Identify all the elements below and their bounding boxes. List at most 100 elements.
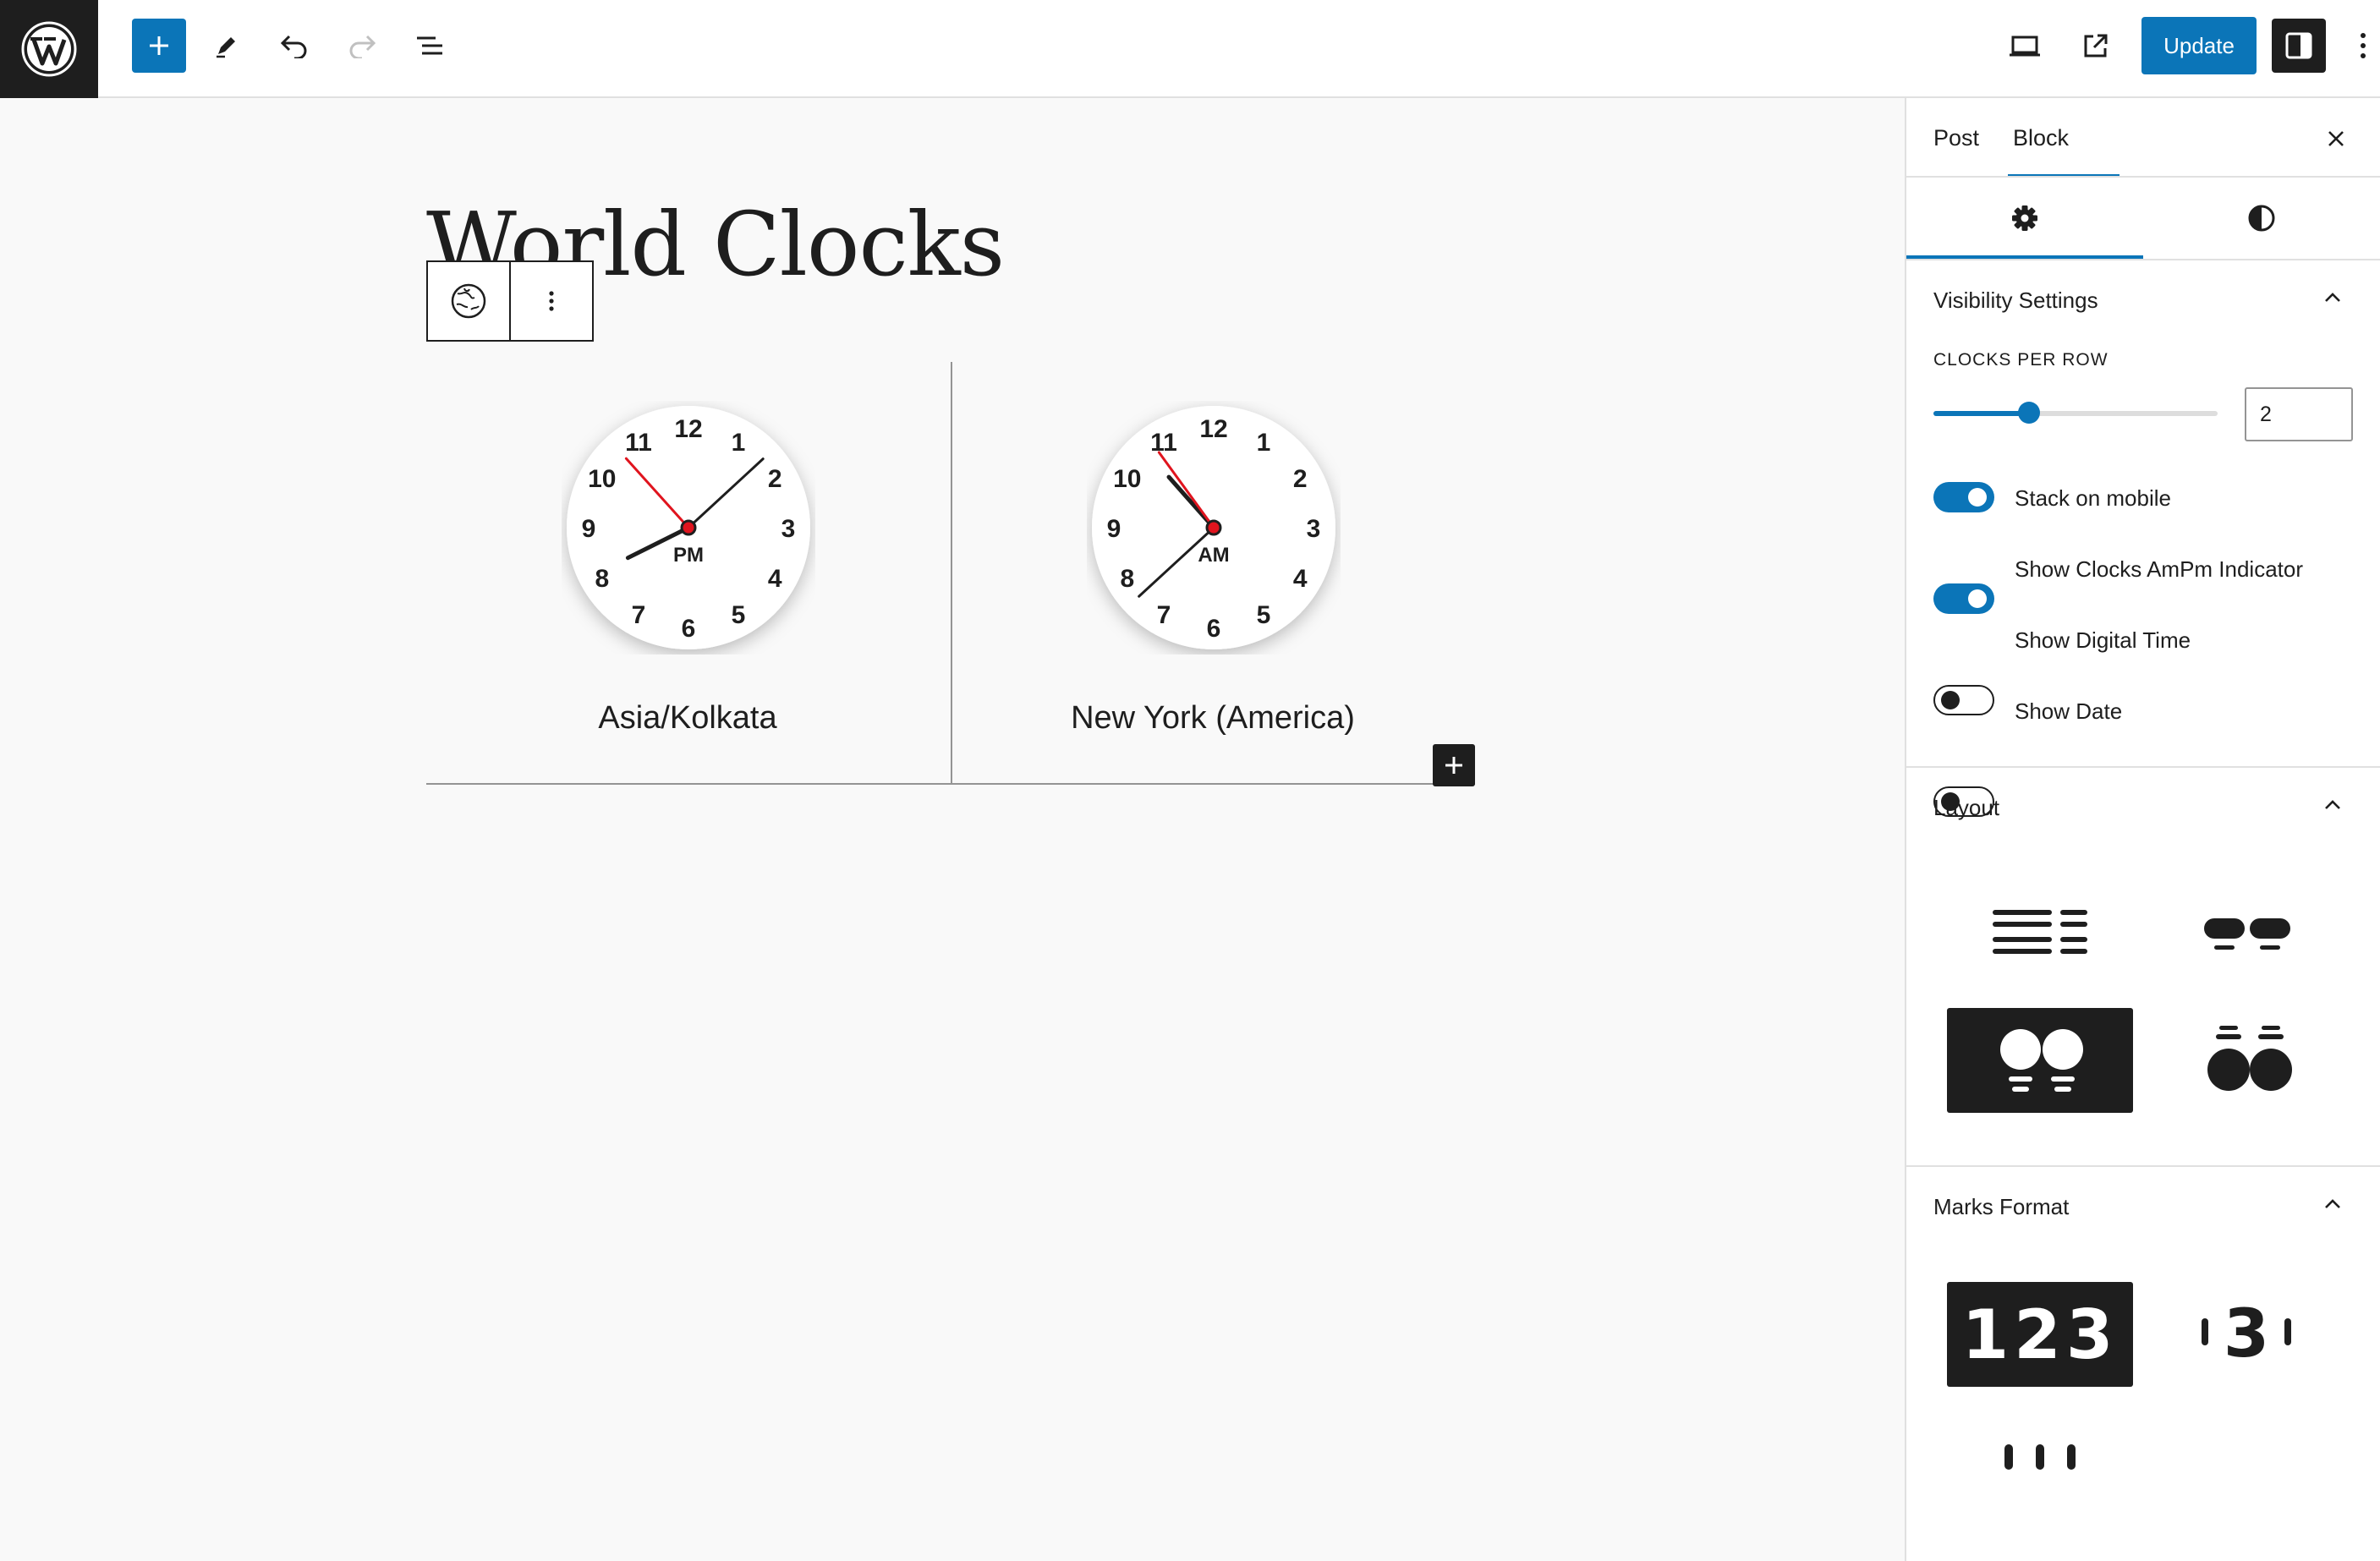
ampm-indicator-toggle[interactable] <box>1933 583 1994 614</box>
clock-face: 12 12 3 45 6 78 9 10 11 PM <box>567 406 810 649</box>
clock-number: 6 <box>682 615 696 643</box>
pills-layout-icon <box>2204 918 2290 950</box>
clock-number: 3 <box>1307 515 1321 543</box>
preview-button[interactable] <box>1998 19 2052 73</box>
marks-option-ticks[interactable] <box>1947 1405 2133 1510</box>
layout-option-pills[interactable] <box>2153 883 2339 988</box>
clock-number: 9 <box>1107 515 1121 543</box>
clock-number: 7 <box>1157 601 1171 629</box>
panel-title-visibility[interactable]: Visibility Settings <box>1933 288 2098 314</box>
list-layout-icon <box>1993 910 2087 954</box>
clock-column-divider <box>951 362 952 785</box>
slider-handle[interactable] <box>2018 402 2040 424</box>
chevron-up-icon <box>2325 1199 2340 1208</box>
clock-number: 11 <box>625 429 652 457</box>
tick-mark-icon <box>2284 1318 2292 1345</box>
layout-option-list[interactable] <box>1947 883 2133 988</box>
tab-styles[interactable] <box>2143 178 2380 259</box>
add-block-button[interactable] <box>1433 744 1475 786</box>
clock-number: 4 <box>1293 565 1308 593</box>
clock-number: 8 <box>595 565 609 593</box>
chevron-up-icon <box>2325 293 2340 302</box>
panel-toggle-button[interactable] <box>2316 788 2350 822</box>
digital-time-toggle[interactable] <box>1933 685 1994 715</box>
tab-block[interactable]: Block <box>2013 125 2069 151</box>
globe-icon <box>451 283 486 319</box>
layout-option-clocks-below[interactable] <box>1947 1008 2133 1113</box>
clock-center-pin <box>680 519 697 536</box>
block-inserter-button[interactable] <box>132 19 186 73</box>
clock-number: 8 <box>1120 565 1134 593</box>
clock-face: 12 12 3 45 6 78 9 10 11 AM <box>1092 406 1335 649</box>
marks-mixed-label: 3 <box>2223 1296 2270 1372</box>
clocks-labels-above-icon <box>2207 1026 2292 1091</box>
gear-icon <box>2012 205 2037 231</box>
clock-number: 1 <box>732 429 746 457</box>
tick-mark-icon <box>2201 1318 2208 1345</box>
panel-toggle-button[interactable] <box>2316 1187 2350 1221</box>
tools-button[interactable] <box>200 19 254 73</box>
ampm-indicator: AM <box>1198 544 1229 567</box>
marks-option-mixed[interactable]: 3 <box>2153 1282 2339 1387</box>
clock-number: 2 <box>1293 465 1308 493</box>
external-link-icon <box>2084 34 2108 58</box>
more-options-button[interactable] <box>2351 27 2375 64</box>
clock-number: 5 <box>1257 601 1271 629</box>
chevron-up-icon <box>2325 800 2340 809</box>
plus-icon <box>150 36 168 55</box>
slider-fill <box>1933 411 2030 416</box>
divider <box>1906 259 2380 260</box>
clock-number: 6 <box>1207 615 1221 643</box>
vertical-ellipsis-icon <box>2361 33 2366 58</box>
layout-option-labels-above[interactable] <box>2153 1008 2339 1113</box>
clock-number: 12 <box>674 415 702 443</box>
clock-number: 4 <box>768 565 782 593</box>
redo-button[interactable] <box>335 19 389 73</box>
tab-settings[interactable] <box>1906 178 2143 259</box>
document-overview-button[interactable] <box>403 19 457 73</box>
panel-title-marks-format[interactable]: Marks Format <box>1933 1194 2069 1220</box>
clock-center-pin <box>1205 519 1222 536</box>
list-view-icon <box>417 36 442 55</box>
clock-number: 9 <box>582 515 596 543</box>
update-button[interactable]: Update <box>2141 17 2257 74</box>
clock-number: 10 <box>1113 465 1141 493</box>
clocks-per-row-input[interactable] <box>2245 387 2353 441</box>
marks-option-numbers[interactable]: 123 <box>1947 1282 2133 1387</box>
contrast-icon <box>2248 205 2275 232</box>
toggle-label: Show Clocks AmPm Indicator <box>2015 556 2304 582</box>
view-post-button[interactable] <box>2069 19 2123 73</box>
toggle-label: Stack on mobile <box>2015 485 2171 511</box>
panel-toggle-button[interactable] <box>2316 281 2350 315</box>
block-toolbar <box>426 260 594 342</box>
wordpress-logo-icon[interactable] <box>0 0 98 98</box>
clock-number: 11 <box>1150 429 1177 457</box>
desktop-icon <box>2010 36 2040 57</box>
toggle-label: Show Date <box>2015 698 2123 724</box>
ticks-only-icon <box>2004 1444 2076 1470</box>
tab-post[interactable]: Post <box>1933 125 1979 151</box>
pencil-icon <box>217 37 235 58</box>
ampm-indicator: PM <box>673 544 704 567</box>
clock-number: 12 <box>1199 415 1227 443</box>
stack-on-mobile-toggle[interactable] <box>1933 482 1994 512</box>
toggle-label: Show Digital Time <box>2015 627 2191 653</box>
panel-title-layout[interactable]: Layout <box>1933 795 1999 821</box>
redo-icon <box>349 35 376 58</box>
toggle-knob <box>1968 589 1987 608</box>
block-options-button[interactable] <box>511 262 592 340</box>
clock-number: 2 <box>768 465 782 493</box>
clock-number: 10 <box>588 465 616 493</box>
editor-canvas[interactable] <box>0 98 1906 1561</box>
toggle-knob <box>1941 691 1960 709</box>
vertical-ellipsis-icon <box>549 291 554 311</box>
block-type-button[interactable] <box>428 262 511 340</box>
clock-label: Asia/Kolkata <box>598 700 777 736</box>
clock-label: New York (America) <box>1071 700 1355 736</box>
undo-icon <box>280 35 307 58</box>
undo-button[interactable] <box>267 19 321 73</box>
clock-number: 5 <box>732 601 746 629</box>
close-sidebar-button[interactable] <box>2317 120 2355 157</box>
marks-numbers-label: 123 <box>1961 1295 2119 1374</box>
settings-sidebar-toggle[interactable] <box>2272 19 2326 73</box>
